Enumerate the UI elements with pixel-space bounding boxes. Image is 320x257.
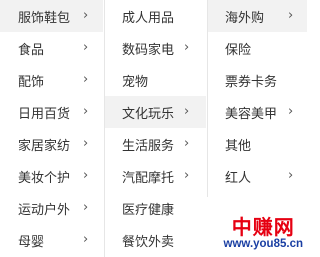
- menu-item-influencer[interactable]: 红人 ›: [208, 160, 307, 192]
- chevron-right-icon: ›: [83, 8, 89, 24]
- menu-item-label: 配饰: [18, 74, 45, 90]
- menu-item-daily-goods[interactable]: 日用百货 ›: [0, 96, 103, 128]
- chevron-right-icon: ›: [184, 40, 190, 56]
- menu-item-label: 医疗健康: [122, 202, 175, 218]
- menu-item-label: 美妆个护: [18, 170, 71, 186]
- chevron-right-icon: ›: [184, 104, 190, 120]
- menu-item-label: 运动户外: [18, 202, 71, 218]
- menu-item-food-delivery[interactable]: 餐饮外卖: [105, 224, 206, 256]
- menu-item-other[interactable]: 其他: [208, 128, 307, 160]
- menu-item-label: 文化玩乐: [122, 106, 175, 122]
- menu-item-culture-entertainment[interactable]: 文化玩乐 ›: [105, 96, 206, 128]
- category-menu-level3: 海外购 › 保险 票券卡务 美容美甲 › 其他 红人 ›: [207, 0, 307, 197]
- chevron-right-icon: ›: [184, 136, 190, 152]
- watermark-url: www.you85.cn: [223, 237, 303, 250]
- watermark-name: 中赚网: [231, 214, 295, 239]
- menu-item-label: 成人用品: [122, 10, 175, 26]
- menu-item-label: 红人: [225, 170, 252, 186]
- menu-item-label: 其他: [225, 138, 252, 154]
- menu-item-digital-appliances[interactable]: 数码家电 ›: [105, 32, 206, 64]
- menu-item-sports-outdoor[interactable]: 运动户外 ›: [0, 192, 103, 224]
- chevron-right-icon: ›: [288, 104, 294, 120]
- menu-item-beauty-nails[interactable]: 美容美甲 ›: [208, 96, 307, 128]
- chevron-right-icon: ›: [83, 136, 89, 152]
- menu-item-label: 餐饮外卖: [122, 234, 175, 250]
- menu-item-pets[interactable]: 宠物: [105, 64, 206, 96]
- menu-item-label: 保险: [225, 42, 252, 58]
- menu-item-medical-health[interactable]: 医疗健康: [105, 192, 206, 224]
- menu-item-label: 票券卡务: [225, 74, 278, 90]
- menu-item-adult[interactable]: 成人用品: [105, 0, 206, 32]
- chevron-right-icon: ›: [288, 168, 294, 184]
- menu-item-label: 数码家电: [122, 42, 175, 58]
- chevron-right-icon: ›: [83, 200, 89, 216]
- menu-item-label: 生活服务: [122, 138, 175, 154]
- menu-item-mother-baby[interactable]: 母婴 ›: [0, 224, 103, 256]
- chevron-right-icon: ›: [83, 72, 89, 88]
- menu-item-beauty[interactable]: 美妆个护 ›: [0, 160, 103, 192]
- menu-item-label: 日用百货: [18, 106, 71, 122]
- menu-item-label: 美容美甲: [225, 106, 278, 122]
- menu-item-insurance[interactable]: 保险: [208, 32, 307, 64]
- chevron-right-icon: ›: [83, 40, 89, 56]
- menu-item-clothing[interactable]: 服饰鞋包 ›: [0, 0, 103, 32]
- menu-item-tickets-cards[interactable]: 票券卡务: [208, 64, 307, 96]
- chevron-right-icon: ›: [83, 104, 89, 120]
- menu-item-home-textiles[interactable]: 家居家纺 ›: [0, 128, 103, 160]
- chevron-right-icon: ›: [83, 168, 89, 184]
- category-menu-level1: 服饰鞋包 › 食品 › 配饰 › 日用百货 › 家居家纺 › 美妆个护 › 运动…: [0, 0, 103, 257]
- menu-item-label: 海外购: [225, 10, 265, 26]
- menu-item-accessories[interactable]: 配饰 ›: [0, 64, 103, 96]
- menu-item-label: 服饰鞋包: [18, 10, 71, 26]
- menu-item-label: 汽配摩托: [122, 170, 175, 186]
- menu-item-overseas[interactable]: 海外购 ›: [208, 0, 307, 32]
- menu-item-label: 家居家纺: [18, 138, 71, 154]
- chevron-right-icon: ›: [83, 232, 89, 248]
- menu-item-auto-moto[interactable]: 汽配摩托 ›: [105, 160, 206, 192]
- category-menu-level2: 成人用品 数码家电 › 宠物 文化玩乐 › 生活服务 › 汽配摩托 › 医疗健康…: [104, 0, 206, 257]
- chevron-right-icon: ›: [184, 168, 190, 184]
- menu-item-label: 母婴: [18, 234, 45, 250]
- menu-item-food[interactable]: 食品 ›: [0, 32, 103, 64]
- menu-item-label: 食品: [18, 42, 45, 58]
- menu-item-label: 宠物: [122, 74, 149, 90]
- watermark-logo: 中赚网 www.you85.cn: [224, 217, 303, 251]
- menu-item-life-services[interactable]: 生活服务 ›: [105, 128, 206, 160]
- chevron-right-icon: ›: [288, 8, 294, 24]
